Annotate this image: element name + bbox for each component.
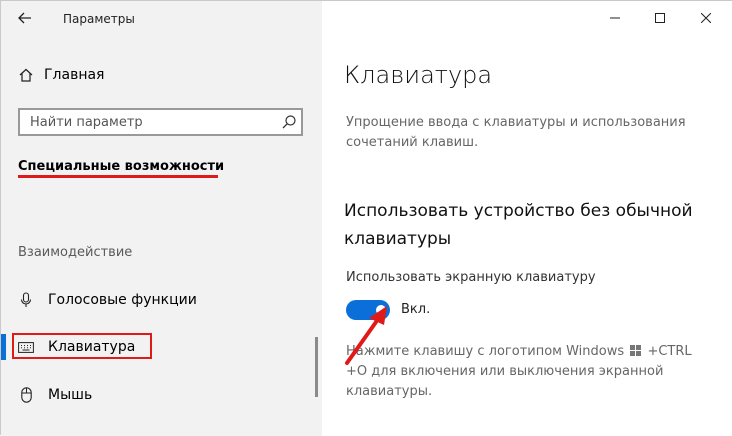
windows-logo-icon — [630, 345, 642, 356]
mouse-icon — [18, 387, 34, 403]
sidebar-item-mouse[interactable]: Мышь — [18, 383, 92, 407]
microphone-icon — [18, 292, 34, 308]
page-title: Клавиатура — [344, 61, 493, 89]
close-button[interactable] — [686, 5, 726, 31]
minimize-icon — [610, 17, 620, 19]
selection-indicator — [1, 334, 6, 360]
red-annotation-box — [12, 333, 152, 359]
toggle-caption: Использовать экранную клавиатуру — [346, 270, 596, 285]
search-input[interactable] — [20, 110, 275, 134]
red-annotation-underline — [18, 175, 218, 178]
back-arrow-icon — [18, 12, 31, 24]
search-icon[interactable] — [281, 114, 297, 130]
nav-home[interactable]: Главная — [18, 64, 104, 86]
section-title: Специальные возможности — [18, 159, 225, 174]
maximize-icon — [655, 13, 665, 23]
back-button[interactable] — [13, 7, 37, 29]
page-description: Упрощение ввода с клавиатуры и использов… — [346, 115, 686, 150]
maximize-button[interactable] — [640, 5, 680, 31]
section-heading: Использовать устройство без обычной клав… — [344, 201, 693, 249]
settings-window: Параметры Главная Специальные возможност… — [0, 0, 732, 436]
sidebar-item-label: Голосовые функции — [48, 292, 197, 308]
red-annotation-arrow — [345, 306, 387, 365]
sidebar-item-voice[interactable]: Голосовые функции — [18, 288, 197, 312]
close-icon — [701, 13, 711, 23]
sidebar-scrollbar[interactable] — [315, 337, 318, 397]
search-box[interactable] — [18, 108, 303, 136]
toggle-state-label: Вкл. — [401, 302, 431, 317]
shortcut-hint: Нажмите клавишу с логотипом Windows +CTR… — [346, 342, 706, 402]
app-title: Параметры — [63, 12, 135, 26]
home-icon — [18, 67, 34, 83]
group-label: Взаимодействие — [18, 245, 133, 260]
minimize-button[interactable] — [595, 5, 635, 31]
nav-home-label: Главная — [44, 67, 105, 83]
sidebar: Параметры Главная Специальные возможност… — [1, 1, 322, 436]
main-content: Клавиатура Упрощение ввода с клавиатуры … — [322, 1, 732, 436]
sidebar-item-label: Мышь — [48, 387, 93, 403]
